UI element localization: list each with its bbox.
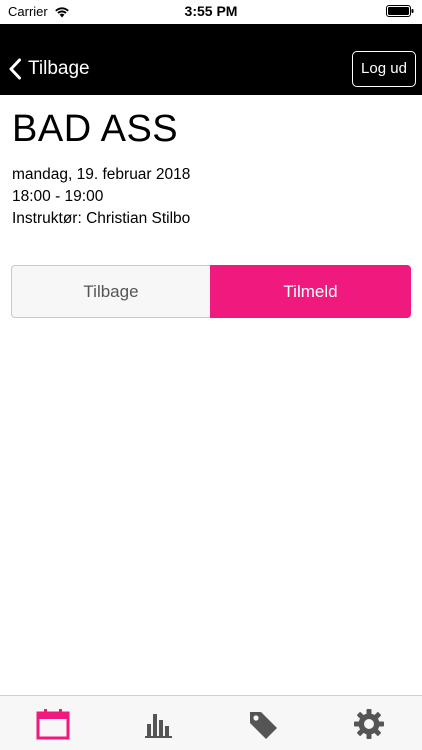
tab-settings[interactable] — [352, 708, 386, 740]
status-bar: Carrier 3:55 PM — [0, 0, 422, 24]
signup-button[interactable]: Tilmeld — [210, 265, 411, 318]
bar-chart-icon — [145, 714, 172, 738]
logout-button[interactable]: Log ud — [352, 51, 416, 87]
class-date: mandag, 19. februar 2018 — [12, 166, 191, 183]
class-info: mandag, 19. februar 2018 18:00 - 19:00 I… — [12, 164, 412, 230]
class-title: BAD ASS — [12, 108, 179, 150]
battery-icon — [386, 5, 414, 17]
chevron-left-icon — [9, 58, 21, 80]
tags-icon — [250, 712, 277, 739]
gear-icon — [354, 709, 384, 739]
calendar-icon — [36, 709, 70, 740]
class-time: 18:00 - 19:00 — [12, 188, 104, 205]
class-details: BAD ASS mandag, 19. februar 2018 18:00 -… — [12, 106, 412, 230]
status-time: 3:55 PM — [184, 3, 238, 19]
back-button[interactable]: Tilbage — [11, 265, 210, 318]
action-segmented-control: Tilbage Tilmeld — [11, 265, 411, 318]
nav-back-label: Tilbage — [28, 58, 90, 79]
tab-bar — [0, 695, 422, 750]
tab-offers[interactable] — [246, 708, 280, 740]
class-instructor: Instruktør: Christian Stilbo — [12, 210, 191, 227]
nav-back-button[interactable]: Tilbage — [8, 58, 90, 80]
navigation-bar: Tilbage Log ud — [0, 24, 422, 95]
tab-calendar[interactable] — [36, 708, 70, 740]
tab-statistics[interactable] — [142, 708, 176, 740]
